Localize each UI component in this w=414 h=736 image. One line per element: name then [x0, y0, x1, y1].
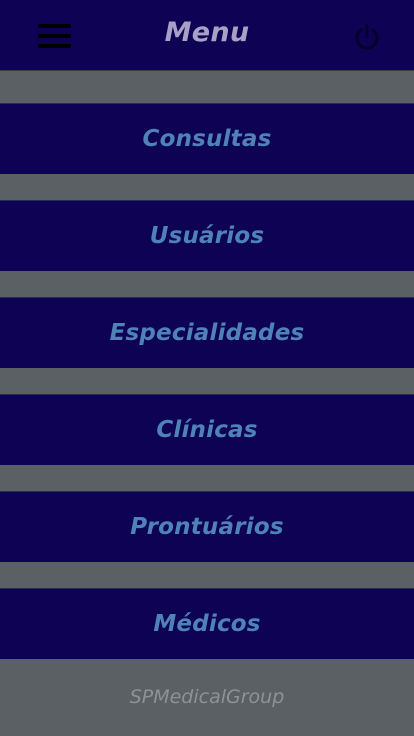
menu-item-consultas[interactable]: Consultas [0, 103, 414, 174]
menu-item-medicos[interactable]: Médicos [0, 588, 414, 659]
top-app-bar: Menu [0, 0, 414, 71]
menu-item-label: Prontuários [130, 514, 284, 540]
power-icon[interactable] [351, 21, 383, 53]
menu-item-prontuarios[interactable]: Prontuários [0, 491, 414, 562]
menu-item-label: Médicos [153, 611, 261, 637]
footer-brand: SPMedicalGroup [129, 686, 285, 708]
menu-item-especialidades[interactable]: Especialidades [0, 297, 414, 368]
menu-item-clinicas[interactable]: Clínicas [0, 394, 414, 465]
menu-item-label: Clínicas [156, 417, 258, 443]
menu-item-usuarios[interactable]: Usuários [0, 200, 414, 271]
menu-item-label: Usuários [149, 223, 265, 249]
menu-item-label: Especialidades [109, 320, 305, 346]
app-screen: Menu Consultas Usuários Especialidades C… [0, 0, 414, 736]
menu-item-label: Consultas [142, 126, 272, 152]
